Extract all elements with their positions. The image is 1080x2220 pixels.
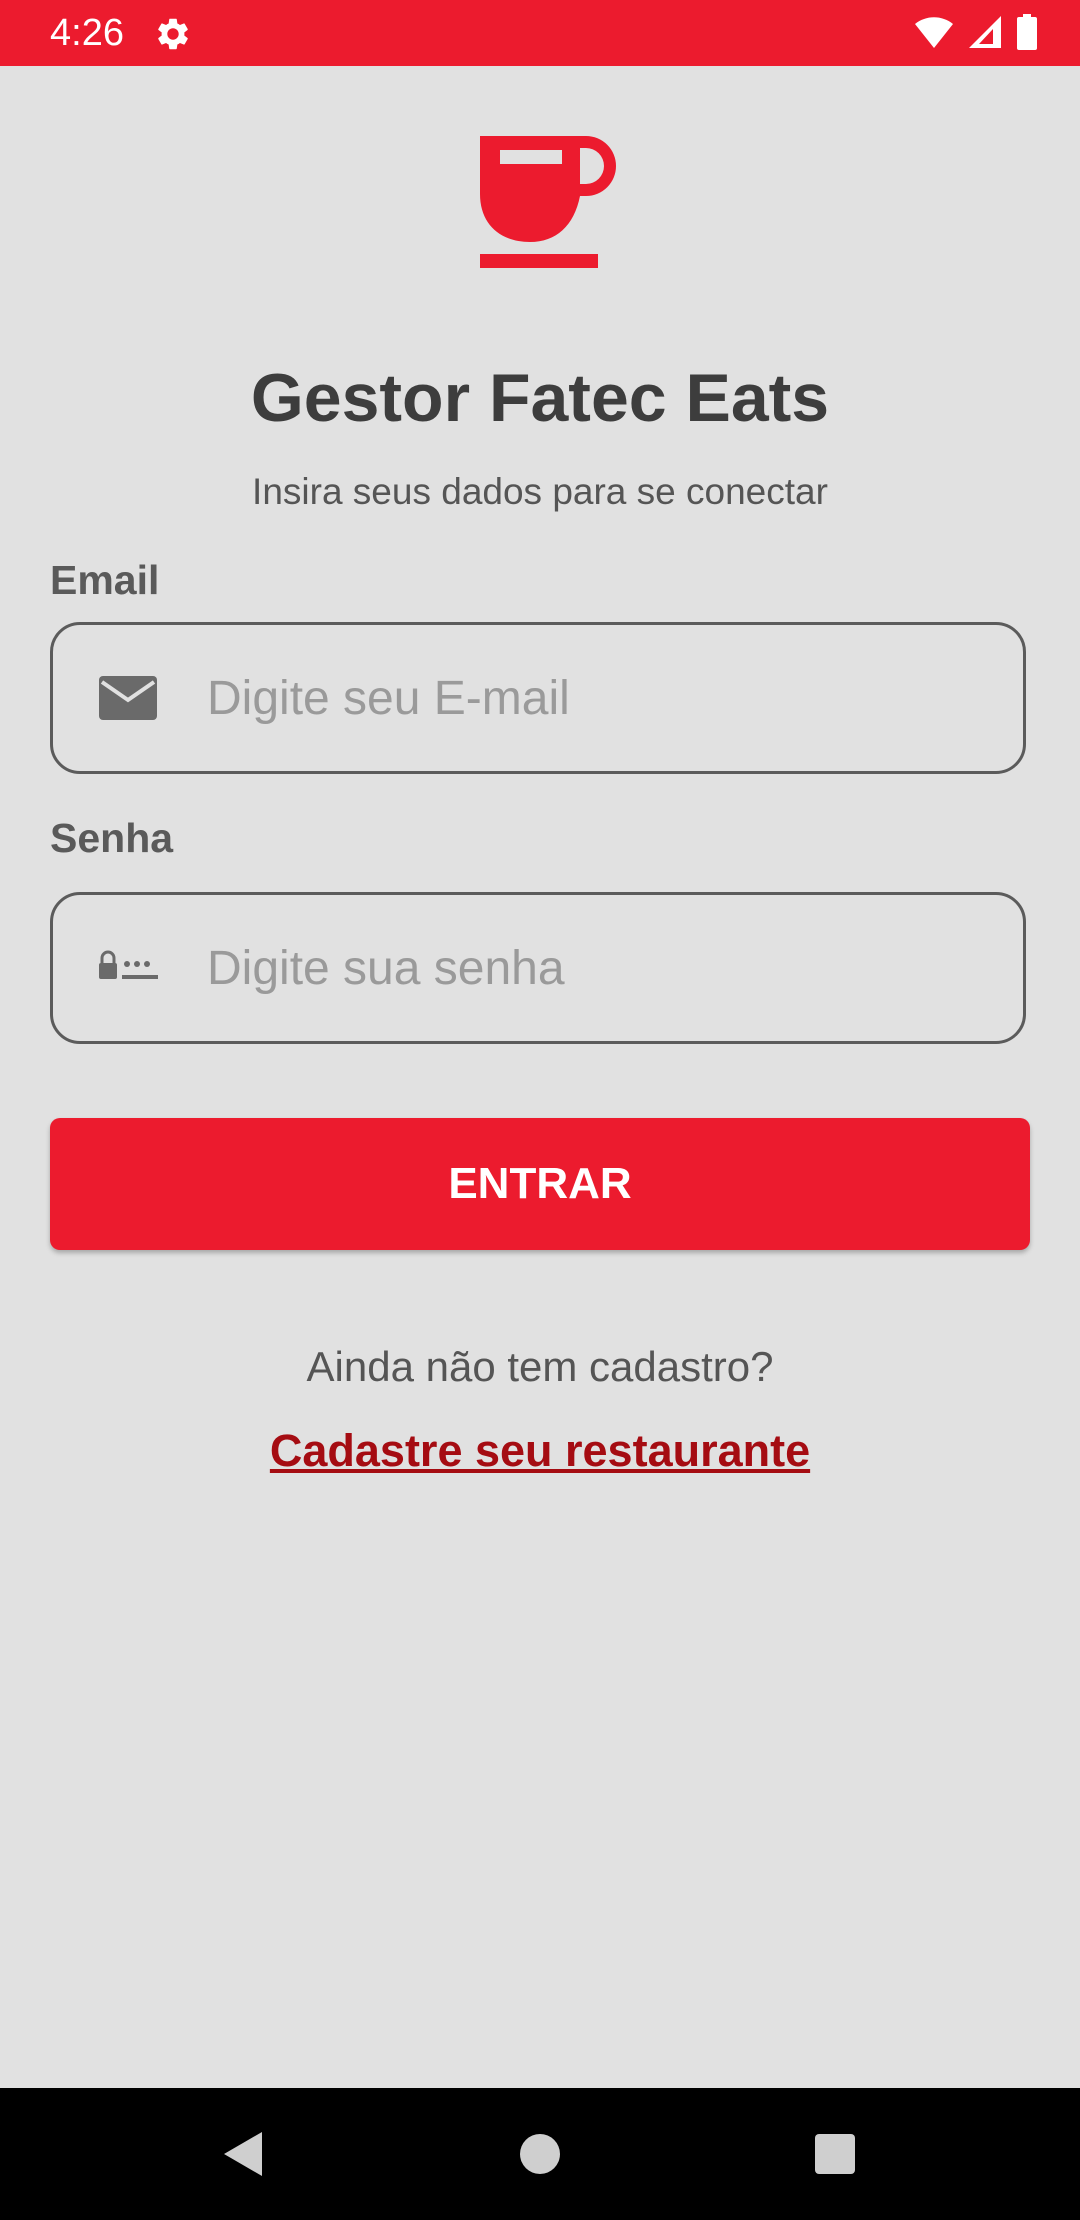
password-label: Senha: [50, 815, 174, 861]
password-lock-icon: [97, 943, 161, 993]
navigation-bar: [0, 2088, 1080, 2220]
login-button[interactable]: ENTRAR: [50, 1118, 1030, 1250]
email-input[interactable]: [207, 625, 987, 771]
cellular-signal-icon: [968, 15, 1002, 54]
coffee-cup-icon: [470, 134, 616, 270]
battery-icon: [1016, 13, 1038, 55]
password-input[interactable]: [207, 895, 987, 1041]
wifi-icon: [914, 15, 954, 54]
status-bar: 4:26: [0, 0, 1080, 66]
email-label: Email: [50, 557, 160, 603]
login-screen: Gestor Fatec Eats Insira seus dados para…: [0, 66, 1080, 2088]
status-time: 4:26: [50, 12, 124, 54]
password-field[interactable]: [50, 892, 1026, 1044]
status-icons: [914, 13, 1038, 55]
recents-icon[interactable]: [805, 2124, 865, 2184]
app-subtitle: Insira seus dados para se conectar: [252, 471, 828, 512]
no-account-prompt: Ainda não tem cadastro?: [306, 1343, 774, 1390]
back-icon[interactable]: [214, 2124, 274, 2184]
email-field[interactable]: [50, 622, 1026, 774]
home-icon[interactable]: [510, 2124, 570, 2184]
register-restaurant-link[interactable]: Cadastre seu restaurante: [0, 1424, 1080, 1478]
app-title: Gestor Fatec Eats: [250, 360, 830, 436]
email-envelope-icon: [97, 673, 161, 723]
settings-gear-icon: [154, 15, 192, 53]
